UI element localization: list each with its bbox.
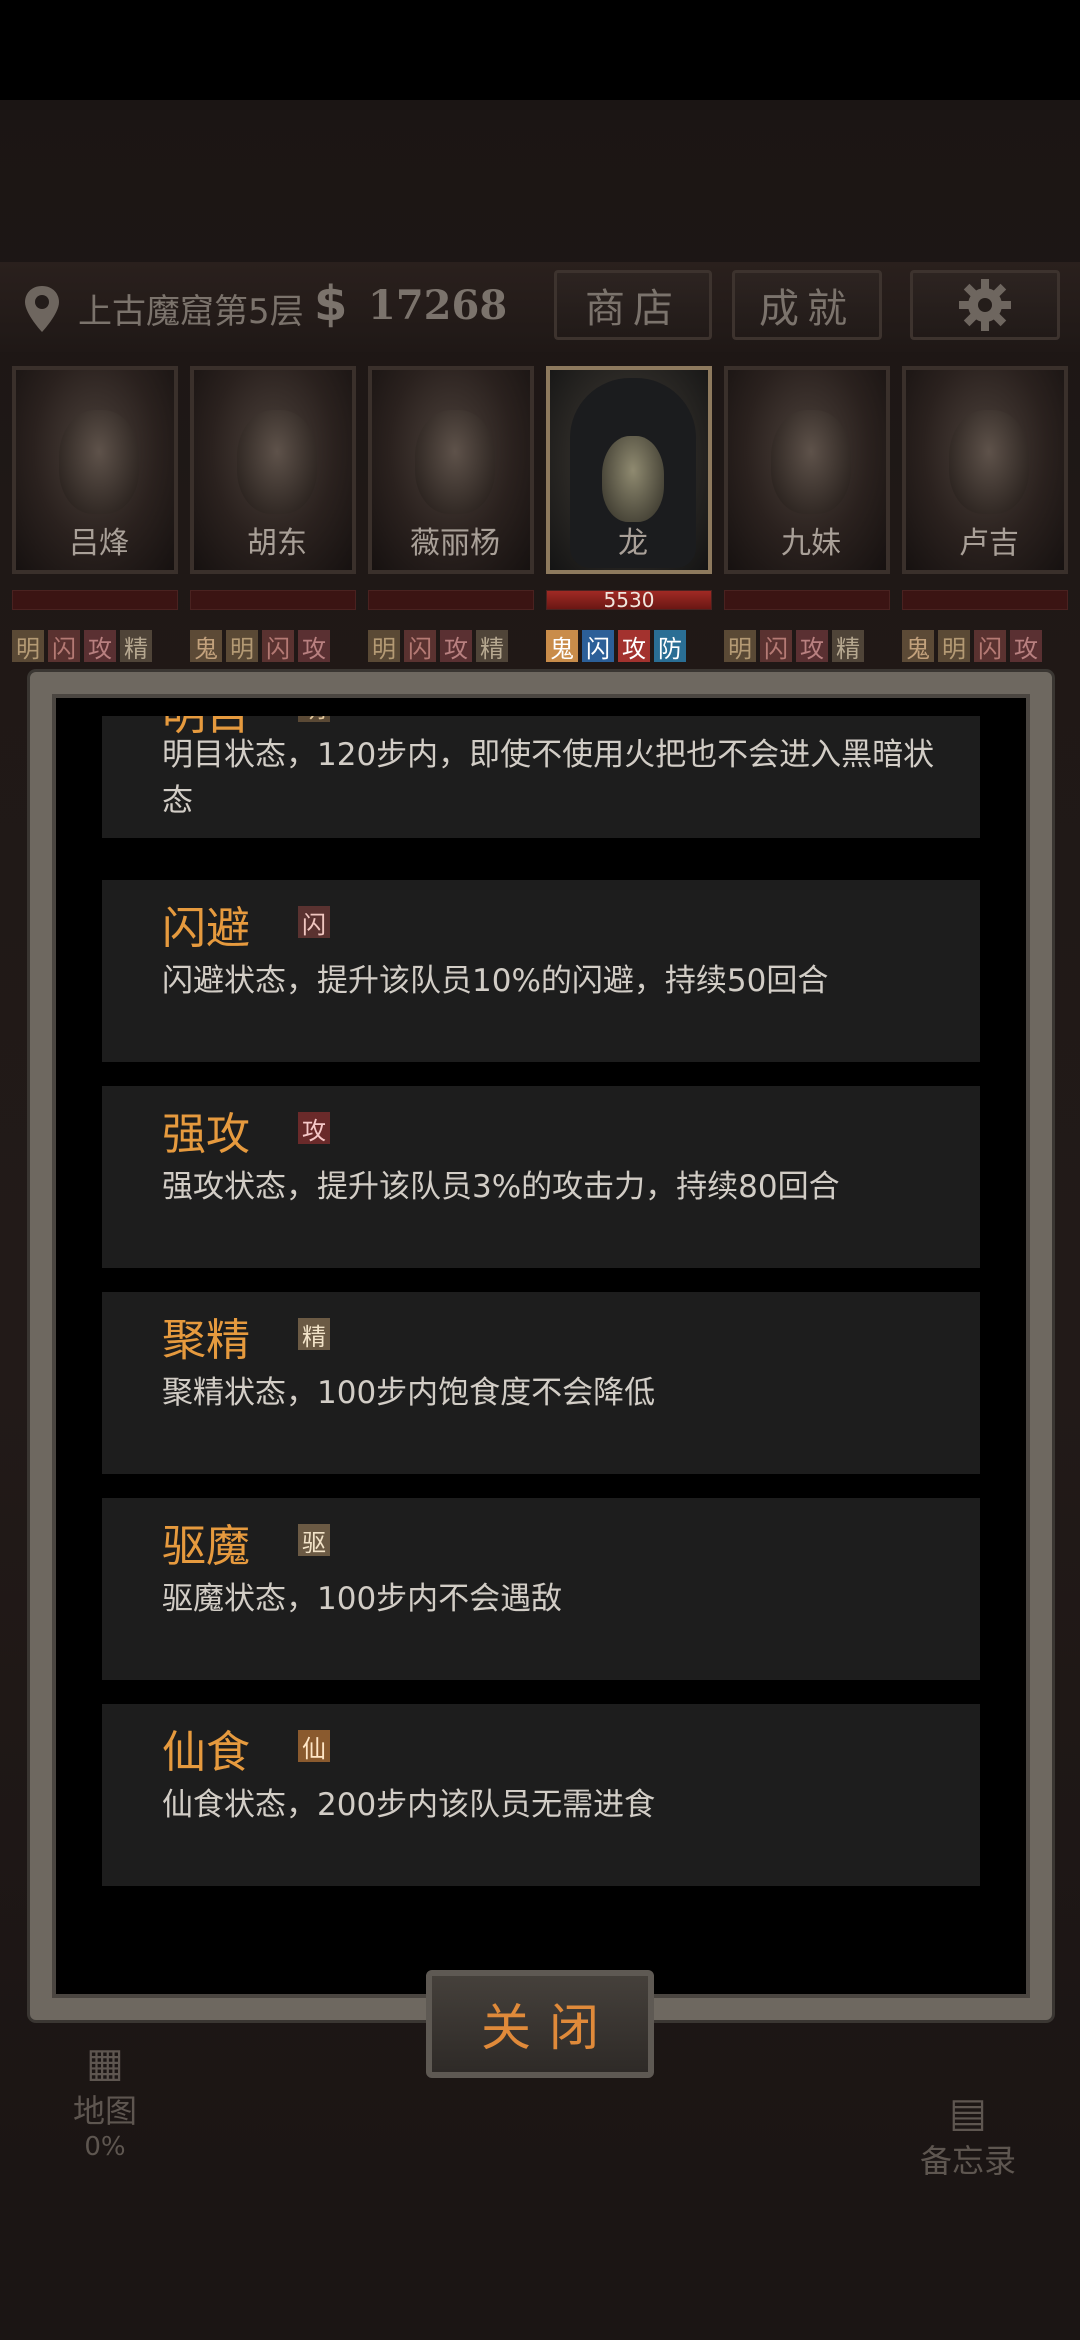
status-description: 明目状态，120步内，即使不使用火把也不会进入黑暗状态 bbox=[162, 737, 935, 819]
status-tags: 明 闪 攻 精 bbox=[12, 630, 192, 663]
character-name: 卢吉 bbox=[959, 526, 1019, 561]
status-tag: 闪 bbox=[262, 630, 294, 663]
status-tag: 精 bbox=[120, 630, 152, 663]
status-tag[interactable]: 攻 bbox=[618, 630, 650, 663]
status-bar bbox=[0, 0, 1080, 100]
status-tag: 攻 bbox=[84, 630, 116, 663]
hp-bar bbox=[190, 590, 356, 610]
character-portrait[interactable]: 胡东 bbox=[190, 366, 356, 574]
face-image bbox=[415, 410, 495, 514]
status-description: 强攻状态，提升该队员3%的攻击力，持续80回合 bbox=[162, 1169, 840, 1205]
character-portrait[interactable]: 卢吉 bbox=[902, 366, 1068, 574]
money-amount: 17268 bbox=[368, 282, 508, 329]
status-tag: 攻 bbox=[298, 630, 330, 663]
face-image bbox=[771, 410, 851, 514]
memo-icon: ▤ bbox=[949, 2090, 987, 2136]
character-portrait[interactable]: 九妹 bbox=[724, 366, 890, 574]
status-tags: 明 闪 攻 精 bbox=[724, 630, 904, 663]
bottom-system-bar bbox=[0, 2180, 1080, 2340]
shop-button[interactable]: 商店 bbox=[554, 270, 712, 340]
status-card: 驱魔 驱 驱魔状态，100步内不会遇敌 bbox=[102, 1498, 980, 1680]
status-badge: 明 bbox=[298, 716, 330, 723]
status-description: 驱魔状态，100步内不会遇敌 bbox=[162, 1581, 563, 1617]
character-name: 薇丽杨 bbox=[410, 526, 500, 561]
hp-bar bbox=[902, 590, 1068, 610]
status-title: 驱魔 bbox=[162, 1521, 250, 1572]
status-badge: 仙 bbox=[298, 1730, 330, 1763]
map-icon: ▦ bbox=[86, 2040, 124, 2086]
status-description: 仙食状态，200步内该队员无需进食 bbox=[162, 1787, 656, 1823]
status-tag: 闪 bbox=[404, 630, 436, 663]
memo-button[interactable]: ▤ 备忘录 bbox=[920, 2090, 1016, 2182]
status-card: 聚精 精 聚精状态，100步内饱食度不会降低 bbox=[102, 1292, 980, 1474]
status-tag: 闪 bbox=[760, 630, 792, 663]
status-tag: 攻 bbox=[440, 630, 472, 663]
map-label: 地图 bbox=[72, 2092, 137, 2130]
map-button[interactable]: ▦ 地图 0% bbox=[60, 2040, 150, 2162]
status-tag: 攻 bbox=[1010, 630, 1042, 663]
status-card: 仙食 仙 仙食状态，200步内该队员无需进食 bbox=[102, 1704, 980, 1886]
face-image bbox=[59, 410, 139, 514]
status-tag[interactable]: 防 bbox=[654, 630, 686, 663]
close-button[interactable]: 关闭 bbox=[426, 1970, 654, 2078]
status-tag: 明 bbox=[368, 630, 400, 663]
face-image bbox=[949, 410, 1029, 514]
achievement-button[interactable]: 成就 bbox=[732, 270, 882, 340]
status-card: 明目 明 明目状态，120步内，即使不使用火把也不会进入黑暗状态 bbox=[102, 716, 980, 838]
status-badge: 闪 bbox=[298, 906, 330, 939]
status-title: 闪避 bbox=[162, 903, 250, 954]
character-name: 龙 bbox=[618, 526, 648, 561]
character-name: 胡东 bbox=[247, 526, 307, 561]
hp-bar bbox=[12, 590, 178, 610]
character-name: 九妹 bbox=[781, 526, 841, 561]
status-badge: 攻 bbox=[298, 1112, 330, 1145]
status-tag: 鬼 bbox=[902, 630, 934, 663]
status-tag[interactable]: 闪 bbox=[582, 630, 614, 663]
dialog-scroll-list[interactable]: 明目 明 明目状态，120步内，即使不使用火把也不会进入黑暗状态 闪避 闪 闪避… bbox=[68, 716, 1016, 1988]
status-tags: 鬼 明 闪 攻 bbox=[902, 630, 1080, 663]
status-tag[interactable]: 鬼 bbox=[546, 630, 578, 663]
status-tag: 鬼 bbox=[190, 630, 222, 663]
status-tag: 闪 bbox=[974, 630, 1006, 663]
status-tag: 攻 bbox=[796, 630, 828, 663]
status-badge: 驱 bbox=[298, 1524, 330, 1557]
status-description: 闪避状态，提升该队员10%的闪避，持续50回合 bbox=[162, 963, 829, 999]
status-tag: 闪 bbox=[48, 630, 80, 663]
status-tag: 明 bbox=[12, 630, 44, 663]
status-title: 仙食 bbox=[162, 1727, 250, 1778]
status-tag: 明 bbox=[226, 630, 258, 663]
status-card: 强攻 攻 强攻状态，提升该队员3%的攻击力，持续80回合 bbox=[102, 1086, 980, 1268]
status-tags: 鬼 明 闪 攻 bbox=[190, 630, 370, 663]
face-image bbox=[237, 410, 317, 514]
hp-bar: 5530 bbox=[546, 588, 712, 612]
location-name: 上古魔窟第5层 bbox=[78, 292, 304, 332]
character-portrait[interactable]: 薇丽杨 bbox=[368, 366, 534, 574]
status-title: 强攻 bbox=[162, 1109, 250, 1160]
face-image bbox=[602, 436, 664, 522]
gear-icon bbox=[959, 279, 1011, 331]
memo-label: 备忘录 bbox=[920, 2142, 1017, 2180]
status-tag: 明 bbox=[724, 630, 756, 663]
status-tag: 精 bbox=[832, 630, 864, 663]
currency-icon: $ bbox=[314, 276, 348, 332]
status-tags: 明 闪 攻 精 bbox=[368, 630, 548, 663]
hp-bar bbox=[368, 590, 534, 610]
top-hud: 上古魔窟第5层 $ 17268 商店 成就 bbox=[0, 262, 1080, 352]
status-tags: 鬼 闪 攻 防 bbox=[546, 630, 726, 663]
status-tag: 明 bbox=[938, 630, 970, 663]
hp-value: 5530 bbox=[603, 588, 655, 612]
character-portrait[interactable]: 吕烽 bbox=[12, 366, 178, 574]
settings-button[interactable] bbox=[910, 270, 1060, 340]
location-pin-icon bbox=[25, 286, 59, 332]
status-badge: 精 bbox=[298, 1318, 330, 1351]
status-title: 聚精 bbox=[162, 1315, 250, 1366]
character-portrait[interactable]: 龙 bbox=[546, 366, 712, 574]
character-name: 吕烽 bbox=[69, 526, 129, 561]
status-tag: 精 bbox=[476, 630, 508, 663]
hp-bar bbox=[724, 590, 890, 610]
map-progress: 0% bbox=[84, 2132, 126, 2162]
status-card: 闪避 闪 闪避状态，提升该队员10%的闪避，持续50回合 bbox=[102, 880, 980, 1062]
status-description: 聚精状态，100步内饱食度不会降低 bbox=[162, 1375, 656, 1411]
